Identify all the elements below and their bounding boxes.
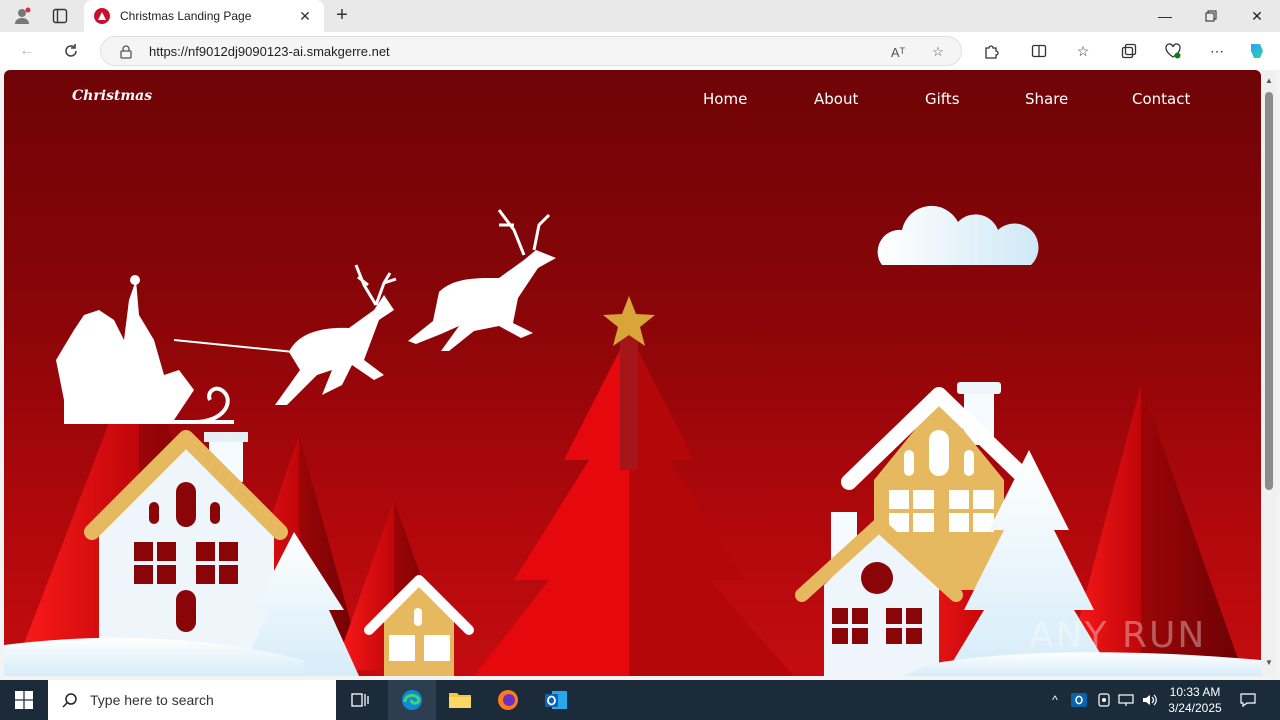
page-viewport: Christmas Home About Gifts Share Contact… <box>4 70 1261 676</box>
taskbar-file-explorer-icon[interactable] <box>436 680 484 720</box>
windows-logo-icon <box>15 691 33 709</box>
tree-center <box>474 332 794 676</box>
read-aloud-icon[interactable]: Aᵀ <box>889 43 907 61</box>
page-scrollbar[interactable]: ▲ ▼ <box>1261 70 1276 676</box>
tab-favicon-icon <box>94 8 110 24</box>
favorites-icon[interactable]: ☆ <box>1072 40 1094 62</box>
taskbar-outlook-icon[interactable] <box>532 680 580 720</box>
lock-icon[interactable] <box>117 43 135 61</box>
browser-window: Christmas Landing Page ✕ + — ✕ ← https:/… <box>0 0 1280 720</box>
split-screen-icon[interactable] <box>1028 40 1050 62</box>
collections-icon[interactable] <box>1118 40 1140 62</box>
close-window-button[interactable]: ✕ <box>1234 0 1280 32</box>
taskbar-firefox-icon[interactable] <box>484 680 532 720</box>
clock-time: 10:33 AM <box>1169 685 1221 699</box>
nav-gifts[interactable]: Gifts <box>925 90 960 108</box>
nav-home[interactable]: Home <box>703 90 747 108</box>
taskbar-clock[interactable]: 10:33 AM 3/24/2025 <box>1160 684 1230 716</box>
scroll-thumb[interactable] <box>1265 92 1273 490</box>
volume-icon[interactable] <box>1140 680 1160 720</box>
taskbar-edge-icon[interactable] <box>388 680 436 720</box>
network-icon[interactable] <box>1116 680 1136 720</box>
extensions-icon[interactable] <box>980 40 1002 62</box>
browser-essentials-icon[interactable] <box>1162 40 1184 62</box>
tray-overflow-icon[interactable]: ^ <box>1046 680 1064 720</box>
address-bar[interactable]: https://nf9012dj9090123-ai.smakgerre.net… <box>100 36 962 66</box>
address-toolbar: ← https://nf9012dj9090123-ai.smakgerre.n… <box>0 32 1280 70</box>
nav-contact[interactable]: Contact <box>1132 90 1190 108</box>
tray-outlook-icon[interactable] <box>1068 680 1090 720</box>
more-menu-icon[interactable]: ⋯ <box>1206 40 1228 62</box>
favorite-star-icon[interactable]: ☆ <box>929 43 947 61</box>
christmas-scene-illustration <box>4 205 1261 676</box>
profile-icon[interactable] <box>10 4 34 28</box>
back-button[interactable]: ← <box>14 39 40 63</box>
refresh-button[interactable] <box>58 39 84 63</box>
site-logo[interactable]: Christmas <box>72 88 152 104</box>
notifications-icon[interactable] <box>1236 680 1260 720</box>
tab-title: Christmas Landing Page <box>120 9 252 23</box>
tab-close-icon[interactable]: ✕ <box>296 8 314 25</box>
tray-device-icon[interactable] <box>1094 680 1114 720</box>
taskbar-search-box[interactable]: Type here to search <box>48 680 336 720</box>
new-tab-button[interactable]: + <box>330 4 354 28</box>
minimize-button[interactable]: — <box>1142 0 1188 32</box>
tab-bar: Christmas Landing Page ✕ + — ✕ <box>0 0 1280 32</box>
clock-date: 3/24/2025 <box>1168 701 1222 715</box>
anyrun-watermark: ANY RUN <box>1029 615 1207 656</box>
windows-taskbar: Type here to search ^ 10:33 AM 3/24/2025 <box>0 680 1280 720</box>
search-icon <box>62 693 77 708</box>
start-button[interactable] <box>0 680 48 720</box>
scroll-up-icon[interactable]: ▲ <box>1264 76 1274 86</box>
cloud <box>877 205 1039 265</box>
nav-share[interactable]: Share <box>1025 90 1068 108</box>
reindeer-1 <box>275 264 397 405</box>
url-text[interactable]: https://nf9012dj9090123-ai.smakgerre.net <box>149 44 390 59</box>
task-view-icon[interactable] <box>336 680 384 720</box>
restore-button[interactable] <box>1188 0 1234 32</box>
nav-about[interactable]: About <box>814 90 858 108</box>
copilot-icon[interactable] <box>1246 40 1268 62</box>
tab-actions-icon[interactable] <box>48 4 72 28</box>
tab-active[interactable]: Christmas Landing Page ✕ <box>84 0 324 32</box>
scroll-down-icon[interactable]: ▼ <box>1264 658 1274 668</box>
search-placeholder: Type here to search <box>90 692 214 708</box>
reindeer-2 <box>408 209 556 351</box>
santa-sleigh <box>56 275 295 424</box>
